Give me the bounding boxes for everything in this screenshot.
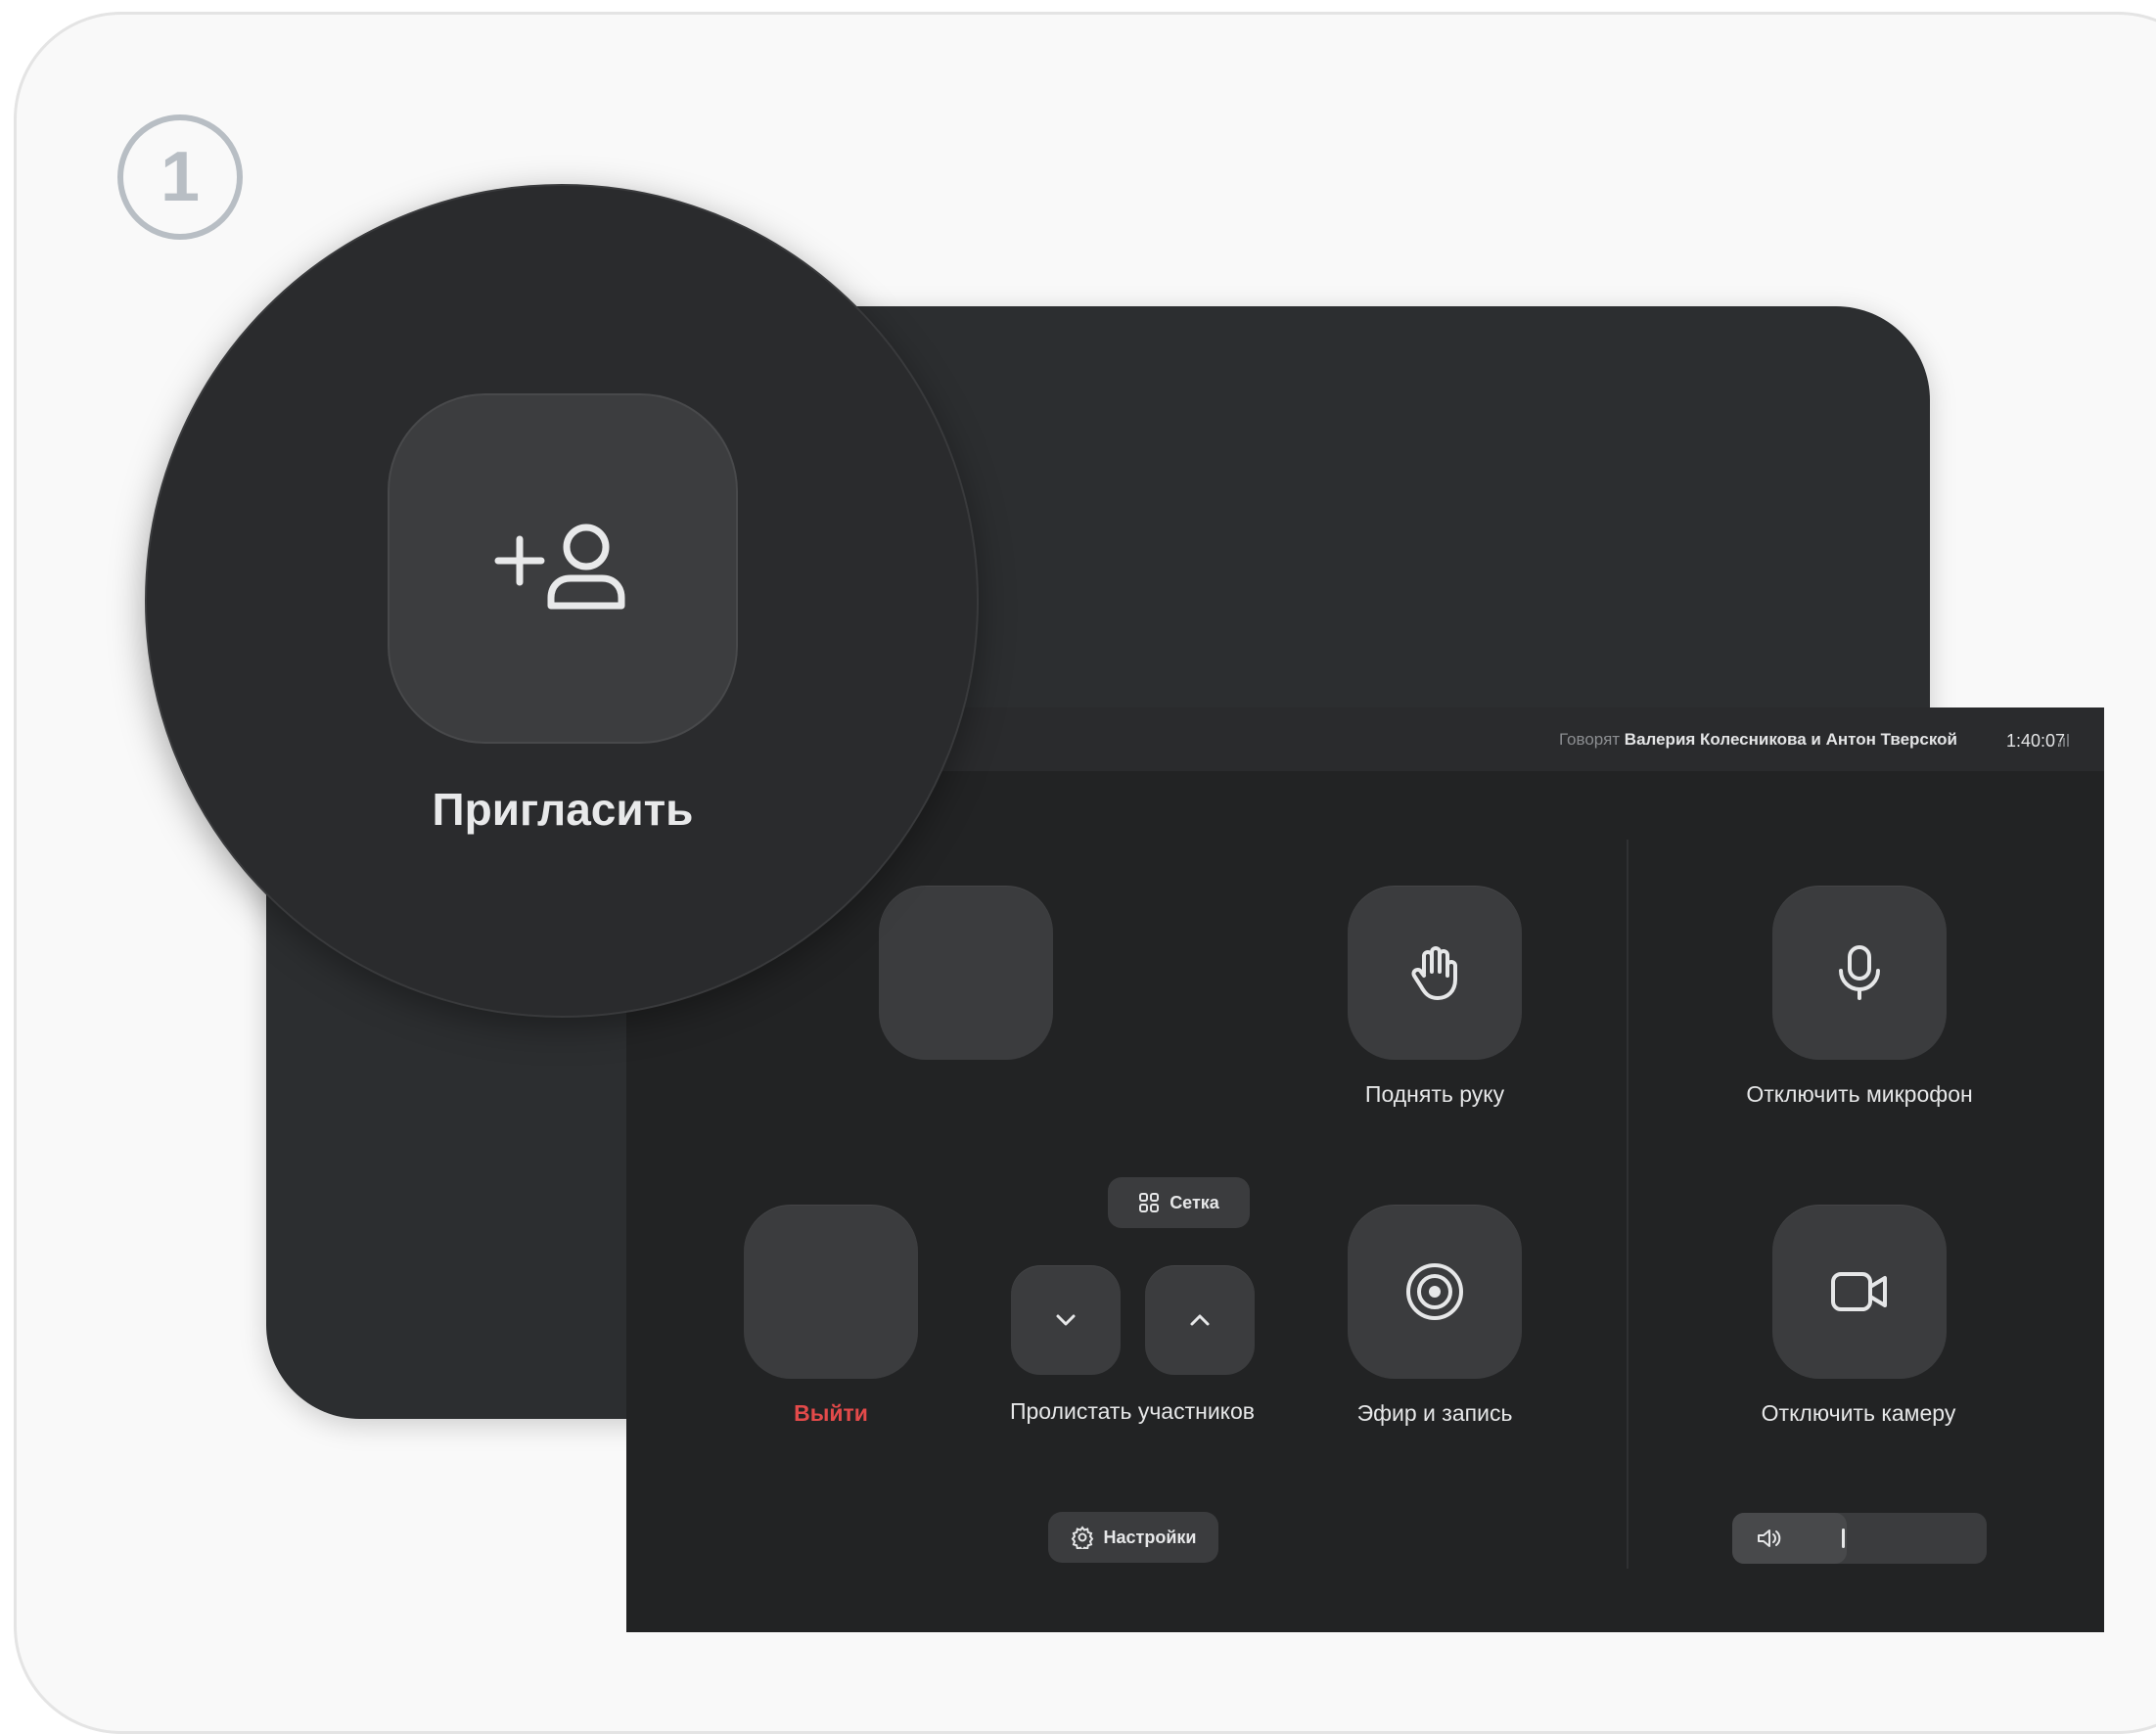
call-timer: 1:40:07 [2005, 731, 2065, 751]
broadcast-record-label: Эфир и запись [1356, 1400, 1513, 1426]
leave-button[interactable] [744, 1205, 918, 1379]
camera-icon [1831, 1272, 1887, 1311]
scroll-down-button[interactable] [1011, 1265, 1121, 1375]
raise-hand-button[interactable] [1348, 886, 1522, 1060]
hand-icon [1411, 946, 1457, 1000]
camera-off-label: Отключить камеру [1761, 1400, 1956, 1426]
raise-hand-label: Поднять руку [1364, 1081, 1505, 1107]
chevron-up-icon [1190, 1314, 1210, 1326]
gear-icon [1071, 1526, 1093, 1549]
speaking-indicator: Говорят Валерия Колесникова и Антон Твер… [1559, 730, 1957, 750]
step-number: 1 [117, 114, 243, 240]
leave-label: Выйти [794, 1400, 868, 1426]
grid-icon [1139, 1193, 1160, 1212]
magnifier-lens: Пригласить [145, 184, 979, 1018]
add-user-icon [494, 524, 625, 610]
record-icon [1406, 1263, 1463, 1320]
invite-label: Пригласить [432, 784, 694, 835]
broadcast-record-button[interactable] [1348, 1205, 1522, 1379]
scroll-participants-label: Пролистать участников [1009, 1398, 1256, 1424]
section-divider [1627, 840, 1628, 1569]
mute-microphone-label: Отключить микрофон [1746, 1081, 1973, 1107]
camera-off-button[interactable] [1772, 1205, 1947, 1379]
grid-view-label: Сетка [1170, 1192, 1219, 1212]
scroll-up-button[interactable] [1145, 1265, 1255, 1375]
invite-tile-behind [879, 886, 1053, 1060]
settings-label: Настройки [1103, 1527, 1197, 1547]
grid-view-button[interactable]: Сетка [1108, 1177, 1250, 1228]
signal-icon [2059, 734, 2069, 747]
volume-slider[interactable] [1732, 1513, 1987, 1564]
invite-button[interactable] [388, 393, 738, 744]
mute-microphone-button[interactable] [1772, 886, 1947, 1060]
volume-thumb[interactable] [1842, 1529, 1845, 1548]
volume-fill [1732, 1513, 1847, 1564]
speaking-names: Валерия Колесникова и Антон Тверской [1624, 730, 1957, 749]
speaking-prefix: Говорят [1558, 730, 1621, 749]
microphone-icon [1839, 945, 1880, 1000]
speaker-icon [1758, 1529, 1781, 1547]
chevron-down-icon [1056, 1314, 1076, 1326]
settings-button[interactable]: Настройки [1048, 1512, 1218, 1563]
